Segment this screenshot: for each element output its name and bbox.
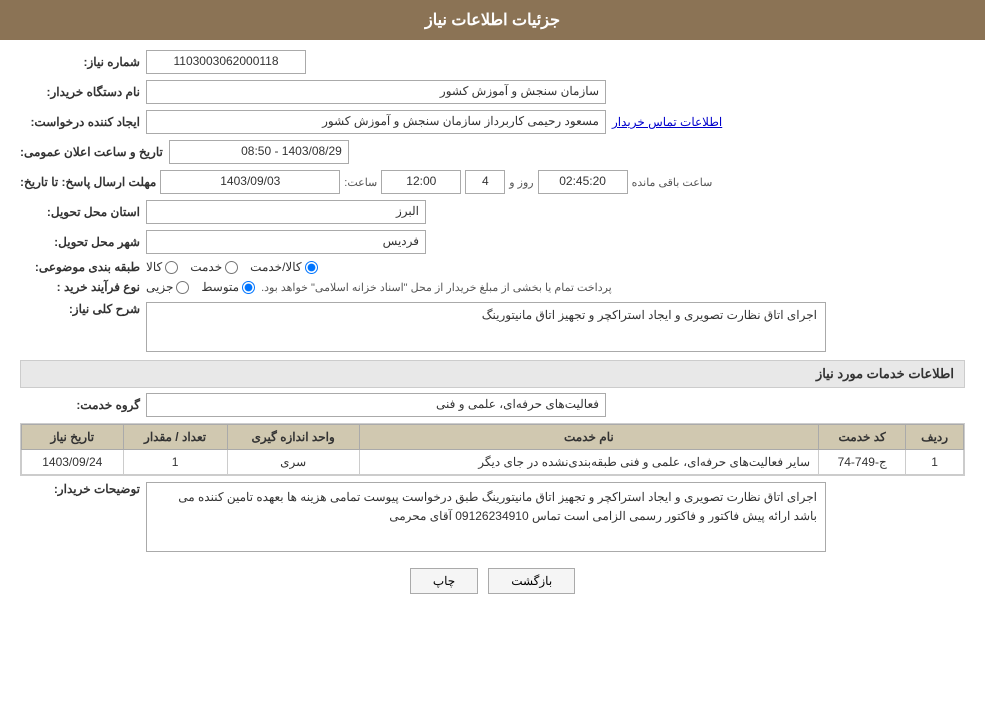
buyer-notes-textarea: اجرای اتاق نظارت تصویری و ایجاد استراکچر… xyxy=(146,482,826,552)
cell-index: 1 xyxy=(906,450,964,475)
purchase-type-label: نوع فرآیند خرید : xyxy=(20,280,140,294)
cell-date: 1403/09/24 xyxy=(22,450,124,475)
description-textarea: اجرای اتاق نظارت تصویری و ایجاد استراکچر… xyxy=(146,302,826,352)
need-number-label: شماره نیاز: xyxy=(20,55,140,69)
category-option-goods[interactable]: کالا xyxy=(146,260,178,274)
purchase-type-radio-group: متوسط جزیی xyxy=(146,280,255,294)
announce-date-label: تاریخ و ساعت اعلان عمومی: xyxy=(20,145,163,159)
city-label: شهر محل تحویل: xyxy=(20,235,140,249)
service-group-label: گروه خدمت: xyxy=(20,398,140,412)
province-label: استان محل تحویل: xyxy=(20,205,140,219)
purchase-option-medium[interactable]: متوسط xyxy=(201,280,255,294)
button-row: بازگشت چاپ xyxy=(20,568,965,594)
remaining-time-input: 02:45:20 xyxy=(538,170,628,194)
days-input: 4 xyxy=(465,170,505,194)
services-section-header: اطلاعات خدمات مورد نیاز xyxy=(20,360,965,388)
city-input: فردیس xyxy=(146,230,426,254)
col-unit: واحد اندازه گیری xyxy=(227,425,359,450)
cell-unit: سری xyxy=(227,450,359,475)
deadline-label: مهلت ارسال پاسخ: تا تاریخ: xyxy=(20,175,156,189)
days-label: روز و xyxy=(509,176,533,189)
org-name-input: سازمان سنجش و آموزش کشور xyxy=(146,80,606,104)
category-radio-group: کالا/خدمت خدمت کالا xyxy=(146,260,318,274)
col-index: ردیف xyxy=(906,425,964,450)
org-name-label: نام دستگاه خریدار: xyxy=(20,85,140,99)
description-label: شرح کلی نیاز: xyxy=(20,302,140,316)
deadline-time-input: 12:00 xyxy=(381,170,461,194)
category-option-goods-services[interactable]: کالا/خدمت xyxy=(250,260,317,274)
creator-input: مسعود رحیمی کاربرداز سازمان سنجش و آموزش… xyxy=(146,110,606,134)
page-header: جزئیات اطلاعات نیاز xyxy=(0,0,985,40)
col-date: تاریخ نیاز xyxy=(22,425,124,450)
category-label: طبقه بندی موضوعی: xyxy=(20,260,140,274)
province-input: البرز xyxy=(146,200,426,224)
creator-label: ایجاد کننده درخواست: xyxy=(20,115,140,129)
cell-name: سایر فعالیت‌های حرفه‌ای، علمی و فنی طبقه… xyxy=(359,450,818,475)
purchase-option-partial[interactable]: جزیی xyxy=(146,280,189,294)
service-group-input: فعالیت‌های حرفه‌ای، علمی و فنی xyxy=(146,393,606,417)
col-count: تعداد / مقدار xyxy=(123,425,227,450)
back-button[interactable]: بازگشت xyxy=(488,568,575,594)
services-table: ردیف کد خدمت نام خدمت واحد اندازه گیری ت… xyxy=(20,423,965,476)
cell-count: 1 xyxy=(123,450,227,475)
table-row: 1 ج-749-74 سایر فعالیت‌های حرفه‌ای، علمی… xyxy=(22,450,964,475)
need-number-input: 1103003062000118 xyxy=(146,50,306,74)
cell-code: ج-749-74 xyxy=(819,450,906,475)
col-name: نام خدمت xyxy=(359,425,818,450)
announce-date-input: 1403/08/29 - 08:50 xyxy=(169,140,349,164)
print-button[interactable]: چاپ xyxy=(410,568,478,594)
contact-info-link[interactable]: اطلاعات تماس خریدار xyxy=(612,115,722,129)
purchase-note: پرداخت تمام یا بخشی از مبلغ خریدار از مح… xyxy=(261,281,612,294)
deadline-time-label: ساعت: xyxy=(344,176,377,189)
col-code: کد خدمت xyxy=(819,425,906,450)
buyer-notes-label: توضیحات خریدار: xyxy=(20,482,140,496)
deadline-date-input: 1403/09/03 xyxy=(160,170,340,194)
category-option-service[interactable]: خدمت xyxy=(190,260,238,274)
remaining-time-label: ساعت باقی مانده xyxy=(632,176,713,189)
